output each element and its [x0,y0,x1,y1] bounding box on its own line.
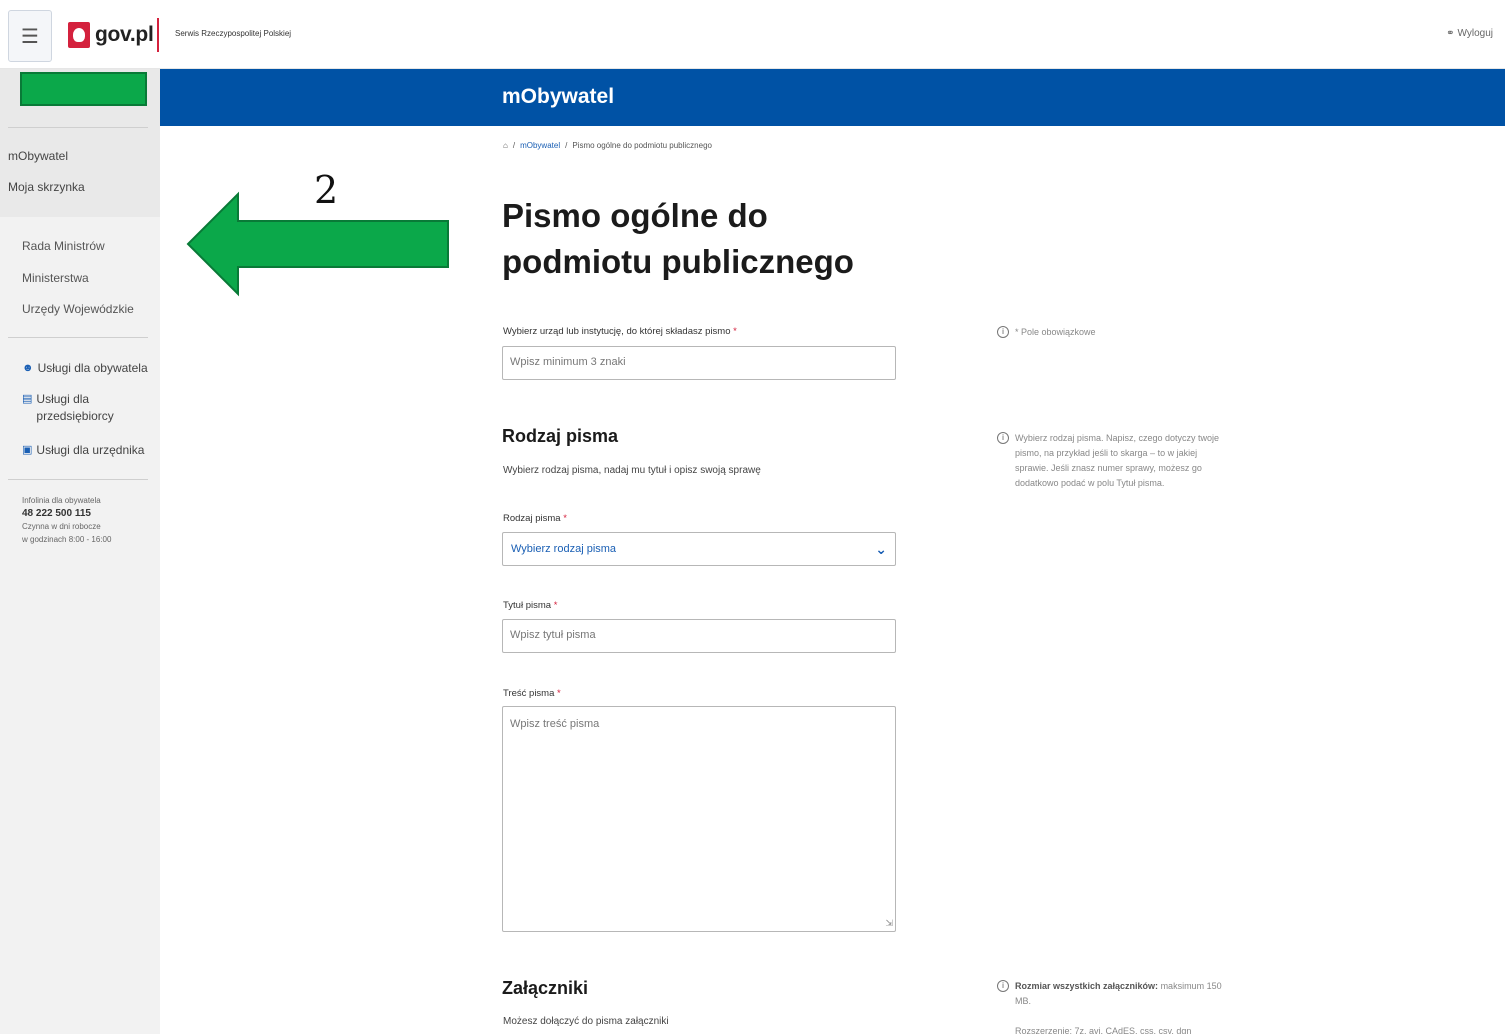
info-icon: i [997,980,1009,992]
sidebar-item-label: Usługi dla obywatela [37,361,148,375]
sidebar-account-section: mObywatel Moja skrzynka [0,69,160,217]
hamburger-icon: ☰ [21,25,39,48]
home-icon[interactable]: ⌂ [503,141,508,150]
sidebar-item-uslugi-przedsiebiorca[interactable]: ▤ Usługi dla przedsiębiorcy [22,391,132,425]
eagle-emblem-icon [68,22,90,48]
sidebar-divider [8,127,148,128]
sidebar-item-uslugi-urzednik[interactable]: ▣ Usługi dla urzędnika [22,442,144,459]
person-icon: ☻ [22,362,34,374]
resize-handle-icon[interactable]: ⇲ [885,918,893,929]
infoline-label: Infolinia dla obywatela [22,496,101,505]
logo-text: gov.pl [95,23,154,46]
attachments-extensions-hint: Rozszerzenie: 7z, avi, CAdES, css, csv, … [1015,1026,1192,1034]
letter-type-select[interactable]: Wybierz rodzaj pisma ⌄ [502,532,896,566]
gov-logo[interactable]: gov.pl [68,22,154,48]
required-mark: * [557,688,561,699]
sidebar-item-label: Usługi dla urzędnika [36,443,145,457]
chevron-down-icon: ⌄ [875,540,887,557]
redacted-user-block [20,72,147,106]
letter-type-label: Rodzaj pisma * [503,513,567,524]
app-title: mObywatel [502,85,615,108]
section-title-rodzaj-pisma: Rodzaj pisma [502,426,619,446]
letter-type-hint: i Wybierz rodzaj pisma. Napisz, czego do… [997,431,1232,491]
infoline-phone[interactable]: 48 222 500 115 [22,507,111,520]
briefcase-icon: ▤ [22,393,33,405]
sidebar: mObywatel Moja skrzynka Rada Ministrów M… [0,69,160,1034]
letter-title-input[interactable]: Wpisz tytuł pisma [502,619,896,653]
service-name: Serwis Rzeczypospolitej Polskiej [175,29,292,38]
required-mark: * [733,326,737,337]
logout-label: Wyloguj [1457,28,1493,39]
letter-type-selected: Wybierz rodzaj pisma [511,543,617,555]
logout-link[interactable]: ⚭ Wyloguj [1446,28,1493,39]
required-mark: * [563,513,567,524]
monitor-icon: ▣ [22,444,33,456]
info-icon: i [997,326,1009,338]
sidebar-item-urzedy-wojewodzkie[interactable]: Urzędy Wojewódzkie [22,302,134,316]
page-title: Pismo ogólne do podmiotu publicznego [502,197,854,280]
sidebar-item-moja-skrzynka[interactable]: Moja skrzynka [8,180,85,194]
letter-body-label: Treść pisma * [503,688,561,699]
letter-title-label: Tytuł pisma * [503,600,558,611]
infoline-hours: Czynna w dni robocze [22,522,101,531]
top-bar: ☰ gov.pl Serwis Rzeczypospolitej Polskie… [0,0,1505,69]
infoline: Infolinia dla obywatela 48 222 500 115 C… [22,494,111,546]
required-mark: * [553,600,558,611]
hamburger-menu-button[interactable]: ☰ [8,10,52,62]
annotation-arrow-left-icon [186,191,449,297]
infoline-hours: w godzinach 8:00 - 16:00 [22,535,112,544]
required-fields-hint: i * Pole obowiązkowe [997,325,1096,340]
institution-label: Wybierz urząd lub instytucję, do której … [503,326,737,337]
logout-icon: ⚭ [1446,28,1455,39]
letter-body-textarea[interactable]: Wpisz treść pisma ⇲ [502,706,896,932]
section-title-zalaczniki: Załączniki [502,978,589,998]
section-description: Możesz dołączyć do pisma załączniki [503,1016,669,1027]
sidebar-item-label: Usługi dla przedsiębiorcy [36,392,114,423]
sidebar-item-uslugi-obywatel[interactable]: ☻ Usługi dla obywatela [22,360,148,377]
breadcrumb-current: Pismo ogólne do podmiotu publicznego [572,141,712,150]
sidebar-divider [8,337,148,338]
attachments-hint: i Rozmiar wszystkich załączników: maksim… [997,979,1232,1009]
info-icon: i [997,432,1009,444]
sidebar-item-mobywatel[interactable]: mObywatel [8,149,68,163]
sidebar-item-ministerstwa[interactable]: Ministerstwa [22,271,89,285]
breadcrumb-item[interactable]: mObywatel [520,141,560,150]
textarea-placeholder: Wpisz treść pisma [510,718,600,730]
institution-search-input[interactable]: Wpisz minimum 3 znaki [502,346,896,380]
logo-separator [157,18,159,52]
sidebar-item-rada-ministrow[interactable]: Rada Ministrów [22,239,105,253]
breadcrumb: ⌂ / mObywatel / Pismo ogólne do podmiotu… [503,141,712,150]
section-description: Wybierz rodzaj pisma, nadaj mu tytuł i o… [503,465,761,476]
app-header-band: mObywatel [160,69,1505,126]
sidebar-divider [8,479,148,480]
